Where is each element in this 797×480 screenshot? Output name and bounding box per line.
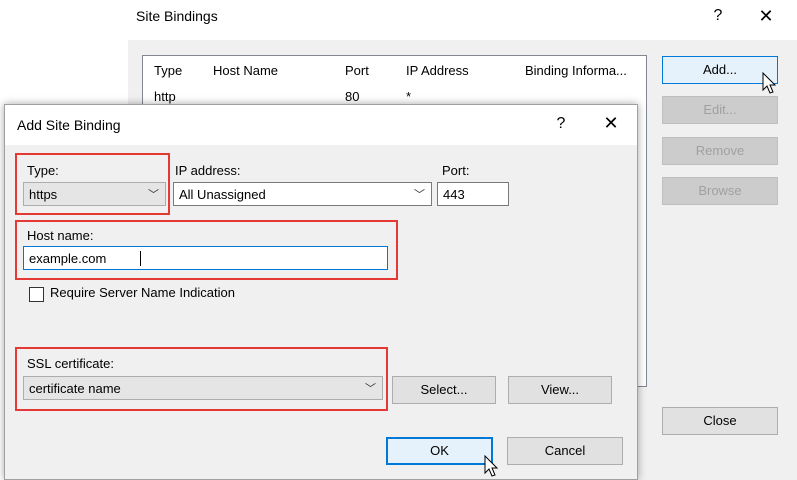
- row-ip: *: [406, 89, 412, 104]
- host-name-input[interactable]: example.com: [23, 246, 388, 270]
- column-header-port[interactable]: Port: [345, 63, 369, 78]
- row-port: 80: [345, 89, 360, 104]
- ssl-certificate-value: certificate name: [29, 381, 121, 396]
- browse-button[interactable]: Browse: [662, 177, 778, 205]
- port-value: 443: [443, 187, 465, 202]
- close-icon[interactable]: ✕: [599, 113, 623, 134]
- column-header-binding-info[interactable]: Binding Informa...: [525, 63, 627, 78]
- column-header-type[interactable]: Type: [154, 63, 182, 78]
- select-certificate-button[interactable]: Select...: [392, 376, 496, 404]
- chevron-down-icon: ﹀: [414, 189, 425, 201]
- column-header-ip-address[interactable]: IP Address: [406, 63, 469, 78]
- mouse-pointer-icon: [484, 455, 499, 477]
- cancel-button[interactable]: Cancel: [507, 437, 623, 465]
- port-input[interactable]: 443: [437, 182, 509, 206]
- window-title: Site Bindings: [136, 8, 218, 24]
- type-label: Type:: [27, 163, 59, 178]
- help-icon[interactable]: ?: [549, 115, 573, 133]
- edit-button[interactable]: Edit...: [662, 96, 778, 124]
- add-site-binding-dialog: Add Site Binding ? ✕ Type: https ﹀ IP ad…: [4, 104, 638, 480]
- view-certificate-button[interactable]: View...: [508, 376, 612, 404]
- mouse-pointer-icon: [762, 72, 777, 94]
- ssl-certificate-label: SSL certificate:: [27, 356, 114, 371]
- close-icon[interactable]: ✕: [754, 6, 778, 27]
- chevron-down-icon: ﹀: [365, 383, 376, 395]
- sni-label[interactable]: Require Server Name Indication: [50, 285, 235, 300]
- add-button[interactable]: Add...: [662, 56, 778, 84]
- sni-checkbox[interactable]: [29, 287, 44, 302]
- port-label: Port:: [442, 163, 470, 178]
- ip-address-label: IP address:: [175, 163, 241, 178]
- ssl-certificate-dropdown[interactable]: certificate name ﹀: [23, 376, 383, 400]
- row-type[interactable]: http: [154, 89, 176, 104]
- remove-button[interactable]: Remove: [662, 137, 778, 165]
- dialog-title: Add Site Binding: [17, 117, 121, 133]
- type-value: https: [29, 187, 58, 202]
- host-name-value: example.com: [29, 251, 107, 266]
- ip-address-value: All Unassigned: [179, 187, 266, 202]
- host-name-label: Host name:: [27, 228, 94, 243]
- ok-button[interactable]: OK: [386, 437, 493, 465]
- chevron-down-icon: ﹀: [148, 189, 159, 201]
- close-button[interactable]: Close: [662, 407, 778, 435]
- help-icon[interactable]: ?: [706, 7, 730, 25]
- type-dropdown[interactable]: https ﹀: [23, 182, 166, 206]
- ip-address-dropdown[interactable]: All Unassigned ﹀: [173, 182, 432, 206]
- text-caret: [140, 251, 141, 266]
- column-header-host-name[interactable]: Host Name: [213, 63, 278, 78]
